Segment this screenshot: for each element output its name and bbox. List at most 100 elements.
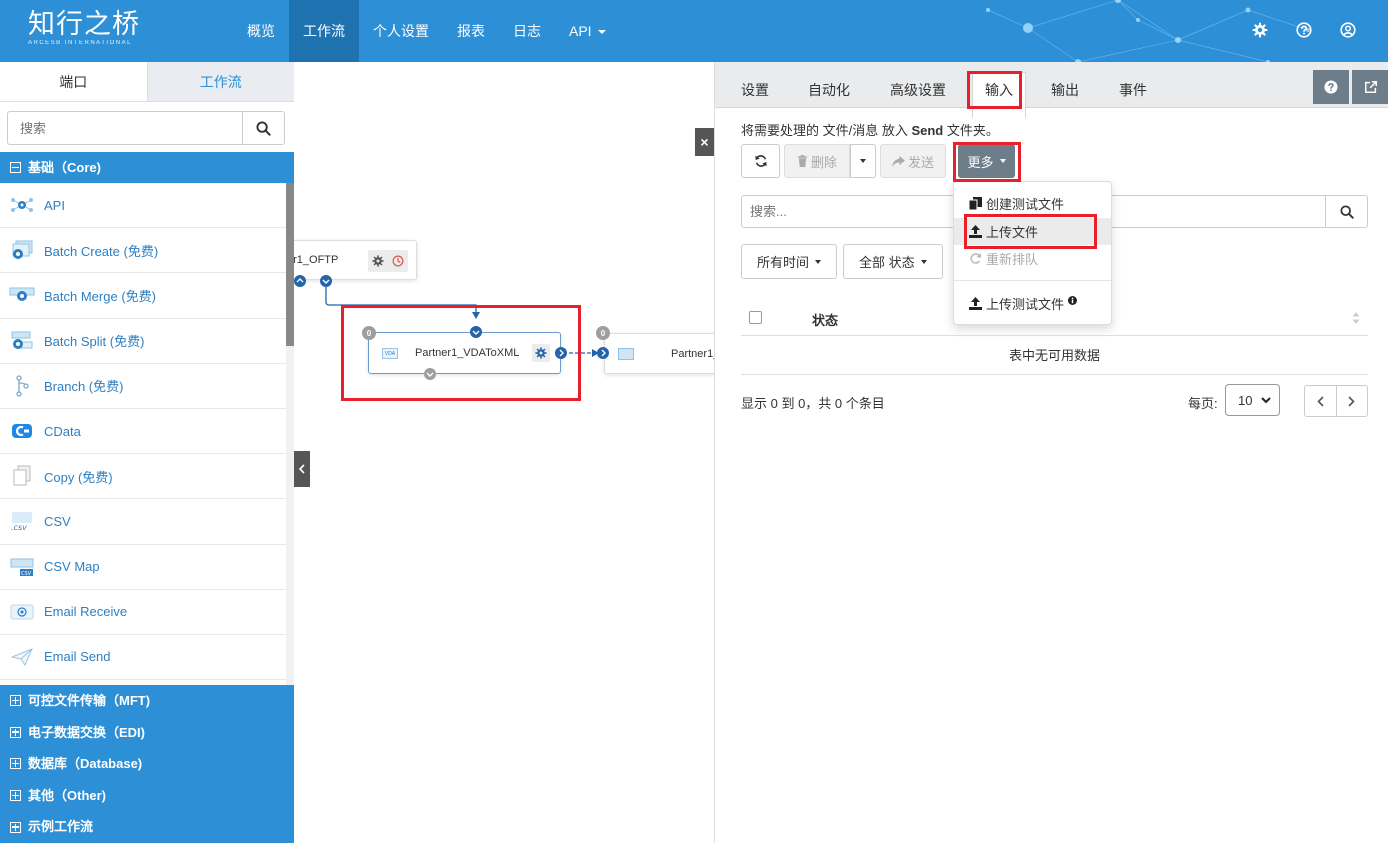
time-filter-button[interactable]: 所有时间 <box>741 244 838 279</box>
list-item[interactable]: .csv CSV <box>0 499 286 545</box>
group-sample-flows[interactable]: 示例工作流 <box>0 811 294 843</box>
create-test-file-label: 创建测试文件 <box>986 197 1065 212</box>
list-item-label: Email Receive <box>44 604 128 620</box>
per-page-label: 每页: <box>1188 396 1218 411</box>
tab-ports[interactable]: 端口 <box>0 62 148 101</box>
scrollbar-thumb[interactable] <box>286 183 294 346</box>
trash-icon <box>797 155 808 167</box>
close-panel-button[interactable]: × <box>695 128 714 156</box>
node-settings-button[interactable] <box>532 344 550 362</box>
open-external-button[interactable] <box>1352 70 1388 104</box>
user-circle-icon[interactable] <box>1338 20 1358 40</box>
requeue-item[interactable]: 重新排队 <box>954 245 1111 272</box>
select-all-checkbox[interactable] <box>749 311 762 324</box>
delete-button[interactable]: 删除 <box>784 144 850 178</box>
nav-workflow[interactable]: 工作流 <box>289 0 359 62</box>
send-button[interactable]: 发送 <box>880 144 946 178</box>
node-input-port-icon[interactable] <box>597 347 609 359</box>
tab-advanced[interactable]: 高级设置 <box>890 62 946 118</box>
group-edi[interactable]: 电子数据交换（EDI) <box>0 716 294 749</box>
list-item-label: CData <box>44 423 81 439</box>
list-item[interactable]: Branch (免费) <box>0 364 286 409</box>
connector-list-scrollbar[interactable] <box>286 183 294 685</box>
gear-icon <box>535 347 547 359</box>
gear-icon[interactable] <box>1250 20 1270 40</box>
upload-icon <box>969 297 982 310</box>
list-item[interactable]: Batch Split (免费) <box>0 319 286 364</box>
nav-reports[interactable]: 报表 <box>443 0 499 62</box>
nav-personal-settings[interactable]: 个人设置 <box>359 0 443 62</box>
list-item[interactable]: Batch Merge (免费) <box>0 273 286 319</box>
message-search-button[interactable] <box>1325 196 1367 227</box>
node-input-port-icon[interactable] <box>470 326 482 338</box>
help-button[interactable] <box>1313 70 1349 104</box>
connector-search-input[interactable] <box>8 112 242 144</box>
list-item-label: Batch Split (免费) <box>44 334 145 350</box>
prev-page-button[interactable] <box>1305 386 1337 416</box>
table-empty-message: 表中无可用数据 <box>741 336 1368 375</box>
list-item[interactable]: Copy (免费) <box>0 454 286 500</box>
delete-dropdown-toggle[interactable] <box>850 144 876 178</box>
copy-icon <box>9 465 35 487</box>
nav-overview[interactable]: 概览 <box>233 0 289 62</box>
nav-api[interactable]: API <box>555 0 620 62</box>
list-item[interactable]: Email Send <box>0 635 286 681</box>
sort-icon[interactable] <box>1352 311 1360 328</box>
list-item-label: Batch Merge (免费) <box>44 288 156 304</box>
pagination-info: 显示 0 到 0，共 0 个条目 <box>741 396 885 411</box>
status-column-header[interactable]: 状态 <box>812 310 838 329</box>
node-input-port-icon[interactable] <box>294 275 306 287</box>
list-item[interactable]: CSV CSV Map <box>0 545 286 590</box>
top-icons <box>1250 20 1358 40</box>
connector-search-button[interactable] <box>242 112 284 144</box>
tab-input[interactable]: 输入 <box>972 72 1026 118</box>
group-label: 示例工作流 <box>28 819 94 835</box>
group-mft[interactable]: 可控文件传输（MFT) <box>0 685 294 717</box>
group-core[interactable]: 基础（Core) <box>0 152 294 183</box>
refresh-button[interactable] <box>741 144 780 178</box>
tab-workflows[interactable]: 工作流 <box>147 62 294 101</box>
more-dropdown-button[interactable]: 更多 <box>958 144 1015 178</box>
flow-canvas[interactable]: er1_OFTP VDA Partner1_VDAToXML 0 Partner… <box>294 62 714 843</box>
flow-node-oftp[interactable]: er1_OFTP <box>294 240 417 280</box>
logo[interactable]: 知行之桥 ARCESB INTERNATIONAL <box>28 10 140 47</box>
list-item-label: CSV <box>44 513 71 529</box>
list-item-label: Batch Create (免费) <box>44 243 159 259</box>
copy-files-icon <box>969 197 982 210</box>
flow-node-next[interactable]: Partner1_ <box>604 333 714 374</box>
next-page-button[interactable] <box>1337 386 1368 416</box>
cdata-icon <box>9 420 35 442</box>
per-page-select[interactable]: 10 <box>1225 384 1280 416</box>
node-error-port-icon[interactable] <box>424 368 436 380</box>
list-item[interactable]: Email Receive <box>0 590 286 635</box>
node-count-badge: 0 <box>596 326 610 340</box>
node-settings-button[interactable] <box>368 250 408 272</box>
collapse-icon <box>10 162 21 173</box>
list-item[interactable]: API <box>0 183 286 229</box>
upload-test-file-item[interactable]: 上传测试文件 <box>954 290 1111 317</box>
connector-search <box>7 111 285 145</box>
left-tabs: 端口 工作流 <box>0 62 294 102</box>
vda-icon: VDA <box>382 348 398 359</box>
upload-file-item[interactable]: 上传文件 <box>954 218 1111 245</box>
status-filter-button[interactable]: 全部 状态 <box>843 244 943 279</box>
batch-split-icon <box>9 330 35 352</box>
group-database[interactable]: 数据库（Database) <box>0 748 294 780</box>
create-test-file-item[interactable]: 创建测试文件 <box>954 190 1111 217</box>
tab-events[interactable]: 事件 <box>1119 62 1147 118</box>
list-item[interactable]: Batch Create (免费) <box>0 228 286 274</box>
info-icon <box>1068 296 1078 305</box>
nav-logs[interactable]: 日志 <box>499 0 555 62</box>
node-output-port-icon[interactable] <box>555 347 567 359</box>
batch-create-icon <box>9 239 35 261</box>
tab-automation[interactable]: 自动化 <box>808 62 850 118</box>
tab-settings[interactable]: 设置 <box>741 62 769 118</box>
node-output-port-icon[interactable] <box>320 275 332 287</box>
collapse-sidebar-button[interactable] <box>294 451 310 487</box>
list-item[interactable]: CData <box>0 409 286 455</box>
flow-node-vdatoxml[interactable]: VDA Partner1_VDAToXML <box>368 332 561 374</box>
group-other[interactable]: 其他（Other) <box>0 779 294 812</box>
email-send-icon <box>9 646 35 668</box>
tab-output[interactable]: 输出 <box>1051 62 1079 118</box>
help-circle-icon[interactable] <box>1294 20 1314 40</box>
